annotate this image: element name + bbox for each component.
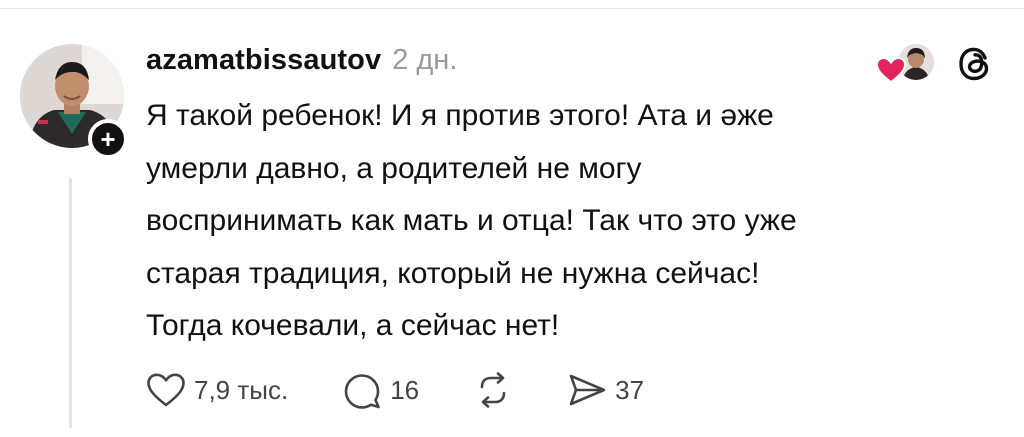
thread-connector-line (69, 178, 72, 428)
paper-plane-icon (567, 370, 607, 410)
reply-count: 16 (390, 374, 420, 405)
threads-logo-icon[interactable] (956, 44, 996, 84)
like-button[interactable]: 7,9 тыс. (146, 372, 288, 408)
liked-by-author-indicator[interactable] (875, 44, 934, 84)
post-body-text: Я такой ребенок! И я против этого! Ата и… (146, 99, 797, 342)
heart-icon (875, 56, 907, 84)
repost-icon (473, 370, 513, 410)
like-count: 7,9 тыс. (194, 374, 289, 405)
heart-outline-icon (146, 372, 186, 408)
repost-button[interactable] (473, 370, 513, 410)
post-header: azamatbissautov 2 дн. (146, 44, 457, 84)
reply-button[interactable]: 16 (342, 370, 419, 410)
share-count: 37 (615, 374, 645, 405)
share-button[interactable]: 37 (567, 370, 644, 410)
follow-plus-button[interactable]: + (88, 119, 128, 159)
username-link[interactable]: azamatbissautov (146, 44, 381, 77)
plus-icon: + (100, 124, 116, 154)
author-avatar-group[interactable]: + (20, 44, 128, 159)
post-timestamp: 2 дн. (392, 44, 458, 76)
post-actions-bar: 7,9 тыс. 16 37 (146, 368, 644, 412)
top-divider (0, 8, 1024, 9)
speech-bubble-icon (342, 370, 382, 410)
